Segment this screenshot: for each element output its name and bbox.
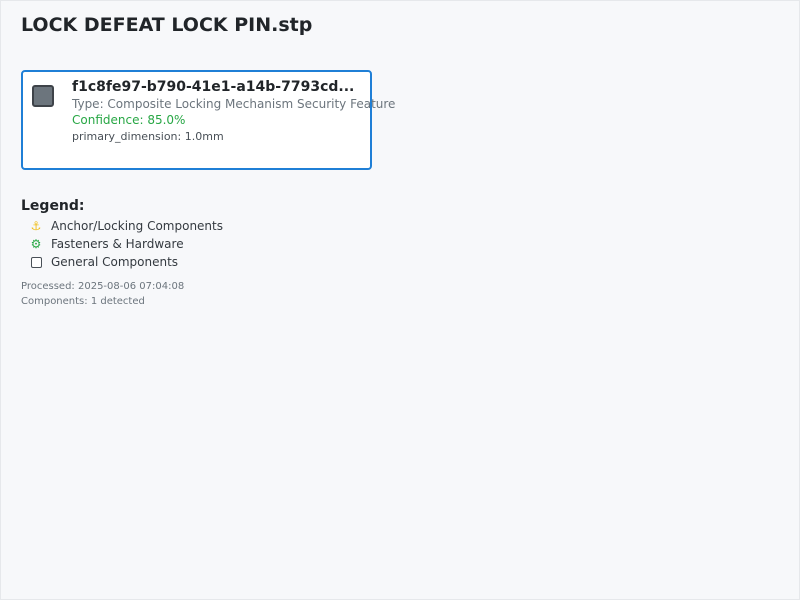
components-count: Components: 1 detected [21,296,145,307]
component-card[interactable]: f1c8fe97-b790-41e1-a14b-7793cd... Type: … [21,70,395,170]
component-confidence: Confidence: 85.0% [72,113,186,127]
legend: Legend: ⚓ Anchor/Locking Components ⚙ Fa… [21,197,223,271]
legend-label: General Components [51,255,179,269]
component-dimension: primary_dimension: 1.0mm [72,130,224,143]
box-icon [30,257,42,268]
component-type: Type: Composite Locking Mechanism Securi… [72,97,396,111]
legend-item-fasteners: ⚙ Fasteners & Hardware [21,235,223,253]
page-container: LOCK DEFEAT LOCK PIN.stp f1c8fe97-b790-4… [21,13,781,307]
processing-info: Processed: 2025-08-06 07:04:08 Component… [21,279,184,309]
box-icon-wrapper [21,255,51,269]
component-details: f1c8fe97-b790-41e1-a14b-7793cd... Type: … [72,78,395,145]
legend-title: Legend: [21,198,85,214]
page-title: LOCK DEFEAT LOCK PIN.stp [21,14,313,36]
legend-item-anchor: ⚓ Anchor/Locking Components [21,217,223,235]
legend-label: Fasteners & Hardware [51,237,184,251]
component-square-icon [32,85,54,107]
legend-item-general: General Components [21,253,223,271]
component-id: f1c8fe97-b790-41e1-a14b-7793cd... [72,79,355,95]
anchor-icon: ⚓ [30,219,42,233]
gear-icon: ⚙ [30,237,42,251]
legend-label: Anchor/Locking Components [51,219,223,233]
processed-timestamp: Processed: 2025-08-06 07:04:08 [21,281,185,292]
